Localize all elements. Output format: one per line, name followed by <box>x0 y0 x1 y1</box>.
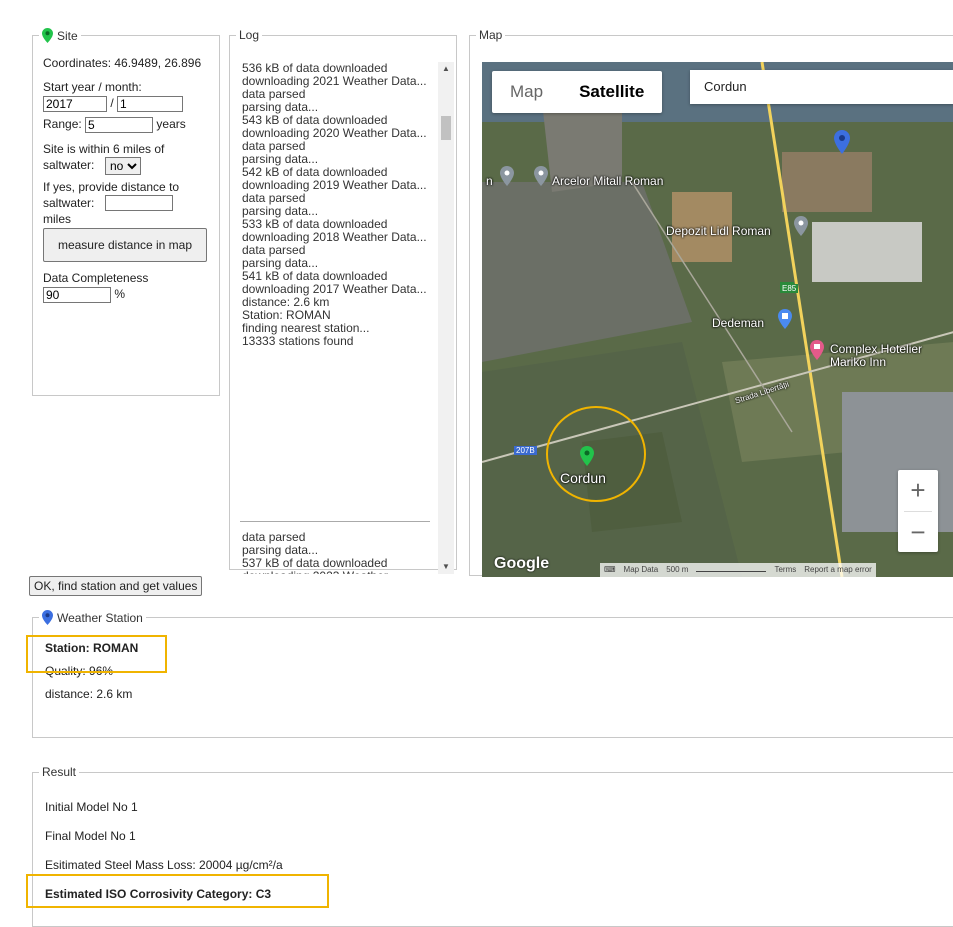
completeness-label: Data Completeness <box>43 271 149 286</box>
scroll-down-icon[interactable]: ▼ <box>438 560 454 574</box>
map-type-control: Map Satellite <box>492 71 663 113</box>
start-year-input[interactable] <box>43 95 107 112</box>
map-label-edge: n <box>486 174 493 188</box>
grey-pin-icon-2 <box>534 166 548 186</box>
range-input[interactable] <box>85 116 154 133</box>
log-lines-bottom: data parsed parsing data... 537 kB of data… <box>242 531 428 575</box>
distance-unit: miles <box>43 212 72 227</box>
weather-station-panel: Weather Station Station: ROMAN Quality: … <box>32 610 953 738</box>
map-label-cordun: Cordun <box>560 470 606 486</box>
blue-pin-icon <box>834 130 850 154</box>
station-quality: Quality: 96% <box>45 664 114 678</box>
result-legend: Result <box>42 765 77 779</box>
saltwater-select[interactable]: no <box>105 156 141 175</box>
site-panel: Site Coordinates: 46.9489, 26.896 Start … <box>32 28 220 396</box>
blue-pin-icon-legend <box>42 610 53 625</box>
report-error-link[interactable]: Report a map error <box>804 563 872 577</box>
map-canvas[interactable]: Map Satellite Cordun n Arcelor Mitall Ro… <box>482 62 953 577</box>
start-month-input[interactable] <box>117 95 184 112</box>
log-line: downloading 2023 Weather <box>242 570 428 575</box>
hotel-pin-icon <box>810 340 824 360</box>
green-pin-icon <box>42 28 53 43</box>
green-pin-icon-map <box>580 446 594 466</box>
log-legend: Log <box>239 28 260 42</box>
map-search-input[interactable]: Cordun <box>690 70 953 104</box>
range-unit: years <box>156 116 186 131</box>
map-label-mariko: Mariko Inn <box>830 355 887 369</box>
scroll-up-icon[interactable]: ▲ <box>438 62 454 76</box>
final-model: Final Model No 1 <box>45 829 136 843</box>
station-name: Station: ROMAN <box>45 641 139 655</box>
map-label-arcelor: Arcelor Mitall Roman <box>552 174 664 188</box>
start-label: Start year / month: <box>43 80 142 94</box>
station-legend: Weather Station <box>39 610 146 625</box>
scale-bar <box>696 563 767 572</box>
coordinates-text: Coordinates: 46.9489, 26.896 <box>43 56 202 70</box>
map-legend: Map <box>479 28 503 42</box>
scroll-thumb[interactable] <box>441 116 451 140</box>
zoom-control: + − <box>898 470 938 552</box>
map-road-e85: E85 <box>780 284 799 293</box>
google-logo: Google <box>494 555 550 572</box>
highlight-circle <box>546 406 646 502</box>
log-divider <box>240 521 430 522</box>
log-panel: Log 536 kB of data downloaded downloading… <box>229 28 457 574</box>
completeness-unit: % <box>114 287 126 302</box>
site-legend-label: Site <box>57 28 78 43</box>
lidl-pin-icon <box>794 216 808 236</box>
map-label-dedeman: Dedeman <box>712 316 765 330</box>
map-data-link[interactable]: Map Data <box>624 563 659 577</box>
log-textarea[interactable]: 536 kB of data downloaded downloading 202… <box>240 62 454 574</box>
saltwater-distance-input[interactable] <box>105 195 173 212</box>
log-scrollbar[interactable]: ▲ ▼ <box>438 62 454 574</box>
map-footer: ⌨ Map Data 500 m Terms Report a map erro… <box>600 563 876 577</box>
completeness-input[interactable] <box>43 287 111 304</box>
keyboard-icon[interactable]: ⌨ <box>604 563 616 577</box>
initial-model: Initial Model No 1 <box>45 800 138 814</box>
zoom-in-button[interactable]: + <box>898 470 938 511</box>
find-station-button[interactable]: OK, find station and get values <box>29 576 203 596</box>
terms-link[interactable]: Terms <box>774 563 796 577</box>
measure-distance-button[interactable]: measure distance in map <box>43 228 207 263</box>
map-scale[interactable]: 500 m <box>666 563 688 577</box>
map-label-complex: Complex Hotelier <box>830 342 923 356</box>
map-type-satellite-button[interactable]: Satellite <box>561 71 662 113</box>
map-label-lidl: Depozit Lidl Roman <box>666 224 771 238</box>
log-lines: 536 kB of data downloaded downloading 202… <box>242 62 428 348</box>
station-legend-label: Weather Station <box>57 610 143 625</box>
map-type-map-button[interactable]: Map <box>492 71 561 113</box>
category-highlight-box <box>26 874 329 908</box>
grey-pin-icon <box>500 166 514 186</box>
station-highlight-box <box>26 635 167 673</box>
map-panel: Map Map Satellite Cordun n Arcelor Mital… <box>469 28 953 577</box>
range-label: Range: <box>43 116 82 131</box>
map-road-207b: 207B <box>514 446 537 455</box>
shopping-pin-icon <box>778 309 792 329</box>
log-line: 13333 stations found <box>242 334 354 348</box>
site-legend: Site <box>39 28 81 43</box>
zoom-out-button[interactable]: − <box>898 512 938 553</box>
station-distance: distance: 2.6 km <box>45 687 133 701</box>
slash-text: / <box>110 96 114 110</box>
